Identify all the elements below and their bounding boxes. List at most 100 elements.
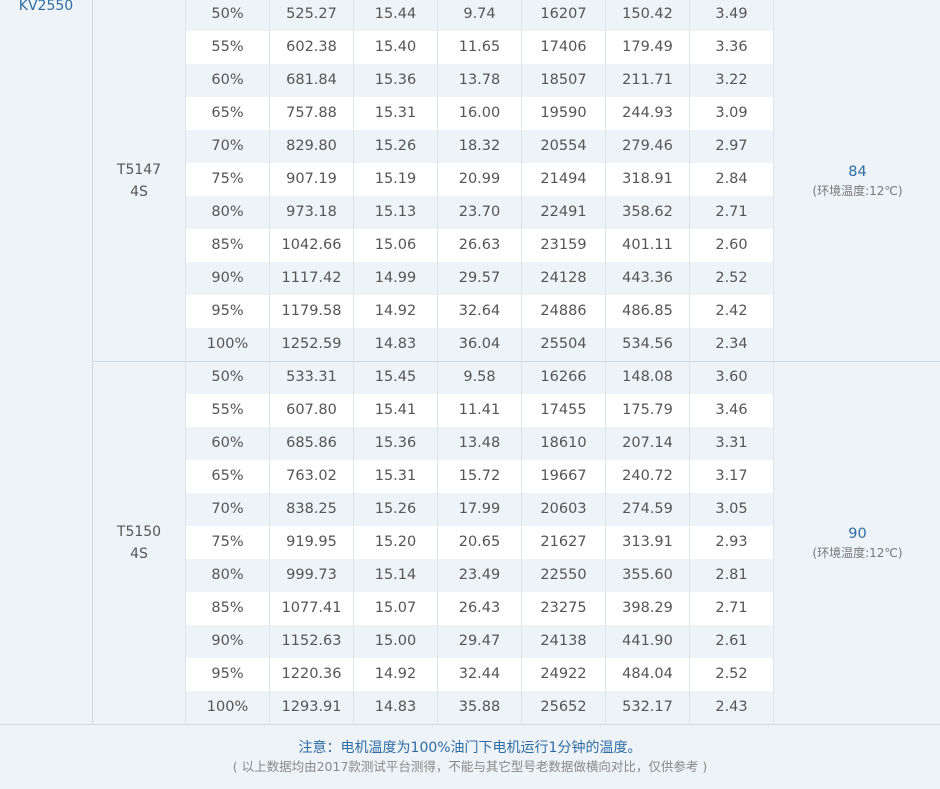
table-cell: 24128 — [521, 262, 605, 295]
propeller-cell-1: T5150 4S — [93, 362, 185, 724]
table-cell: 15.20 — [353, 526, 437, 559]
table-cell: 19667 — [521, 460, 605, 493]
table-cell: 26.63 — [437, 229, 521, 262]
table-cell: 50% — [185, 0, 269, 31]
propeller-name: T5150 — [116, 524, 162, 540]
table-cell: 21494 — [521, 163, 605, 196]
table-cell: 2.81 — [689, 559, 773, 592]
table-cell: 23.70 — [437, 196, 521, 229]
table-cell: 907.19 — [269, 163, 353, 196]
table-cell: 32.64 — [437, 295, 521, 328]
table-cell: 533.31 — [269, 361, 353, 394]
table-row: 55% 607.80 15.41 11.41 17455 175.79 3.46 — [185, 394, 773, 427]
propeller-cell-0: T5147 4S — [93, 0, 185, 361]
table-cell: 17406 — [521, 31, 605, 64]
table-cell: 2.71 — [689, 592, 773, 625]
table-cell: 15.06 — [353, 229, 437, 262]
table-cell: 15.72 — [437, 460, 521, 493]
table-cell: 534.56 — [605, 328, 689, 361]
footer-note: 注意：电机温度为100%油门下电机运行1分钟的温度。 — [298, 740, 642, 756]
data-rows-group-0: 50% 525.27 15.44 9.74 16207 150.42 3.49 55% 602.… — [185, 0, 773, 361]
table-row: 60% 681.84 15.36 13.78 18507 211.71 3.22 — [185, 64, 773, 97]
table-cell: 829.80 — [269, 130, 353, 163]
footer-notes: 注意：电机温度为100%油门下电机运行1分钟的温度。 ( 以上数据均由2017款… — [0, 724, 940, 789]
table-cell: 75% — [185, 526, 269, 559]
table-cell: 60% — [185, 64, 269, 97]
table-cell: 3.46 — [689, 394, 773, 427]
table-cell: 685.86 — [269, 427, 353, 460]
table-cell: 211.71 — [605, 64, 689, 97]
motor-data-table: KV2550 T5147 4S T5150 4S 50% 525.27 15.44 9… — [0, 0, 940, 789]
table-cell: 14.92 — [353, 658, 437, 691]
table-row: 75% 919.95 15.20 20.65 21627 313.91 2.93 — [185, 526, 773, 559]
table-cell: 150.42 — [605, 0, 689, 31]
table-cell: 24138 — [521, 625, 605, 658]
table-cell: 3.36 — [689, 31, 773, 64]
table-cell: 11.41 — [437, 394, 521, 427]
table-cell: 3.17 — [689, 460, 773, 493]
table-row: 50% 525.27 15.44 9.74 16207 150.42 3.49 — [185, 0, 773, 31]
table-row: 100% 1252.59 14.83 36.04 25504 534.56 2.34 — [185, 328, 773, 361]
table-row: 70% 829.80 15.26 18.32 20554 279.46 2.97 — [185, 130, 773, 163]
table-cell: 2.52 — [689, 658, 773, 691]
table-cell: 525.27 — [269, 0, 353, 31]
table-cell: 35.88 — [437, 691, 521, 724]
temperature-value: 90 — [848, 526, 867, 542]
table-row: 100% 1293.91 14.83 35.88 25652 532.17 2.43 — [185, 691, 773, 724]
table-cell: 25504 — [521, 328, 605, 361]
table-cell: 3.09 — [689, 97, 773, 130]
table-cell: 3.49 — [689, 0, 773, 31]
table-cell: 15.36 — [353, 427, 437, 460]
table-cell: 50% — [185, 361, 269, 394]
table-cell: 15.31 — [353, 460, 437, 493]
table-row: 85% 1042.66 15.06 26.63 23159 401.11 2.60 — [185, 229, 773, 262]
table-cell: 95% — [185, 295, 269, 328]
table-cell: 85% — [185, 592, 269, 625]
table-cell: 2.42 — [689, 295, 773, 328]
data-rows-group-1: 50% 533.31 15.45 9.58 16266 148.08 3.60 55% 607.… — [185, 361, 773, 724]
table-cell: 60% — [185, 427, 269, 460]
table-cell: 14.92 — [353, 295, 437, 328]
table-cell: 207.14 — [605, 427, 689, 460]
table-cell: 2.52 — [689, 262, 773, 295]
table-cell: 20.99 — [437, 163, 521, 196]
table-cell: 15.44 — [353, 0, 437, 31]
table-cell: 757.88 — [269, 97, 353, 130]
table-cell: 279.46 — [605, 130, 689, 163]
table-row: 90% 1117.42 14.99 29.57 24128 443.36 2.52 — [185, 262, 773, 295]
temperature-value: 84 — [848, 163, 867, 180]
table-cell: 486.85 — [605, 295, 689, 328]
table-cell: 18507 — [521, 64, 605, 97]
table-cell: 16207 — [521, 0, 605, 31]
table-cell: 3.05 — [689, 493, 773, 526]
table-cell: 1117.42 — [269, 262, 353, 295]
table-cell: 15.36 — [353, 64, 437, 97]
temperature-cell-0: 84 (环境温度:12℃) — [773, 0, 940, 361]
table-cell: 14.83 — [353, 691, 437, 724]
table-cell: 398.29 — [605, 592, 689, 625]
table-cell: 15.14 — [353, 559, 437, 592]
table-cell: 55% — [185, 394, 269, 427]
table-cell: 973.18 — [269, 196, 353, 229]
ambient-temperature-note: (环境温度:12℃) — [812, 546, 903, 560]
table-row: 90% 1152.63 15.00 29.47 24138 441.90 2.61 — [185, 625, 773, 658]
table-cell: 20554 — [521, 130, 605, 163]
table-cell: 681.84 — [269, 64, 353, 97]
table-cell: 16.00 — [437, 97, 521, 130]
table-cell: 15.26 — [353, 493, 437, 526]
table-cell: 3.31 — [689, 427, 773, 460]
table-cell: 20.65 — [437, 526, 521, 559]
propeller-name: T5147 — [116, 161, 162, 178]
table-cell: 179.49 — [605, 31, 689, 64]
table-row: 60% 685.86 15.36 13.48 18610 207.14 3.31 — [185, 427, 773, 460]
table-cell: 244.93 — [605, 97, 689, 130]
table-cell: 100% — [185, 328, 269, 361]
table-cell: 15.00 — [353, 625, 437, 658]
table-cell: 13.78 — [437, 64, 521, 97]
table-cell: 23.49 — [437, 559, 521, 592]
ambient-temperature-note: (环境温度:12℃) — [812, 183, 903, 198]
table-cell: 80% — [185, 559, 269, 592]
table-cell: 17.99 — [437, 493, 521, 526]
table-cell: 313.91 — [605, 526, 689, 559]
table-cell: 13.48 — [437, 427, 521, 460]
